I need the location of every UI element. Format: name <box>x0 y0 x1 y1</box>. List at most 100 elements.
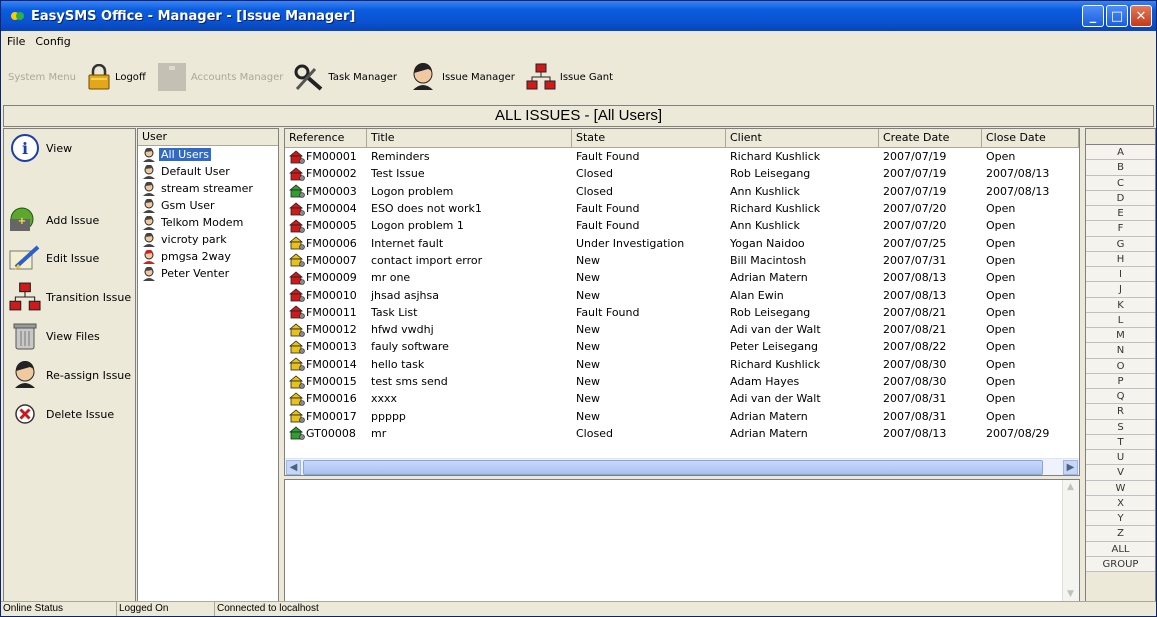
column-header-close-date[interactable]: Close Date <box>982 129 1079 147</box>
scroll-down-arrow[interactable]: ▼ <box>1063 587 1078 602</box>
user-list-header[interactable]: User <box>138 129 278 146</box>
table-row[interactable]: FM00012 hfwd vwdhj New Adi van der Walt 2007… <box>285 321 1079 338</box>
letter-filter-button[interactable]: N <box>1086 343 1155 359</box>
user-list-item[interactable]: stream streamer <box>138 180 278 197</box>
letter-filter-button[interactable]: Z <box>1086 526 1155 542</box>
maximize-button[interactable]: □ <box>1106 5 1128 27</box>
letter-filter-button[interactable]: B <box>1086 160 1155 176</box>
column-header-client[interactable]: Client <box>726 129 879 147</box>
table-row[interactable]: GT00008 mr Closed Adrian Matern 2007/08/13 20… <box>285 425 1079 442</box>
letter-filter-button[interactable]: H <box>1086 251 1155 267</box>
letter-filter-button[interactable]: S <box>1086 419 1155 435</box>
letter-filter-button[interactable]: I <box>1086 267 1155 283</box>
table-row[interactable]: FM00003 Logon problem Closed Ann Kushlick 20… <box>285 183 1079 200</box>
letter-filter-button[interactable]: F <box>1086 221 1155 237</box>
letter-filter-button[interactable]: Q <box>1086 389 1155 405</box>
table-row[interactable]: FM00002 Test Issue Closed Rob Leisegang 2007… <box>285 165 1079 182</box>
scroll-right-arrow[interactable]: ▶ <box>1063 460 1078 475</box>
letter-filter-button[interactable]: G <box>1086 236 1155 252</box>
letter-filter-button[interactable]: D <box>1086 190 1155 206</box>
cell-reference: FM00010 <box>285 288 367 302</box>
delete-issue-button[interactable]: Delete Issue <box>8 399 114 429</box>
table-row[interactable]: FM00011 Task List Fault Found Rob Leisegang… <box>285 304 1079 321</box>
cell-create-date: 2007/08/31 <box>883 392 947 406</box>
table-row[interactable]: FM00014 hello task New Richard Kushlick 2007… <box>285 356 1079 373</box>
issue-status-icon <box>289 271 305 285</box>
letter-filter-button[interactable]: V <box>1086 465 1155 481</box>
minimize-button[interactable]: _ <box>1082 5 1104 27</box>
table-row[interactable]: FM00017 ppppp New Adrian Matern 2007/08/31 Op… <box>285 407 1079 424</box>
scroll-left-arrow[interactable]: ◀ <box>286 460 301 475</box>
table-row[interactable]: FM00016 xxxx New Adi van der Walt 2007/08/31… <box>285 390 1079 407</box>
letter-filter-button[interactable]: X <box>1086 495 1155 511</box>
task-manager-button[interactable]: Task Manager <box>290 59 400 95</box>
table-row[interactable]: FM00010 jhsad asjhsa New Alan Ewin 2007/08/1… <box>285 286 1079 303</box>
letter-filter-button[interactable]: E <box>1086 206 1155 222</box>
cell-reference: FM00017 <box>285 409 367 423</box>
letter-filter-button[interactable]: A <box>1086 145 1155 161</box>
table-row[interactable]: FM00006 Internet fault Under Investigation… <box>285 234 1079 251</box>
column-header-reference[interactable]: Reference <box>285 129 367 147</box>
user-list-item[interactable]: vicroty park <box>138 231 278 248</box>
table-row[interactable]: FM00004 ESO does not work1 Fault Found Rich… <box>285 200 1079 217</box>
menu-config[interactable]: Config <box>35 35 70 48</box>
table-row[interactable]: FM00001 Reminders Fault Found Richard Kushl… <box>285 148 1079 165</box>
letter-filter-button[interactable]: GROUP <box>1086 556 1155 572</box>
user-list-item[interactable]: Default User <box>138 163 278 180</box>
issue-status-icon <box>289 426 305 441</box>
user-list-item[interactable]: All Users <box>138 146 278 163</box>
cell-reference: FM00016 <box>285 392 367 406</box>
close-button[interactable]: ✕ <box>1130 5 1152 27</box>
logoff-button[interactable]: Logoff <box>83 59 149 95</box>
issue-details-memo[interactable]: ▲ ▼ <box>284 479 1080 603</box>
letter-filter-button[interactable]: J <box>1086 282 1155 298</box>
table-row[interactable]: FM00013 fauly software New Peter Leisegang 2… <box>285 338 1079 355</box>
cell-client: Rob Leisegang <box>730 167 811 181</box>
letter-filter-button[interactable]: R <box>1086 404 1155 420</box>
scroll-up-arrow[interactable]: ▲ <box>1063 480 1078 495</box>
status-connection: Connected to localhost <box>217 603 319 614</box>
transition-issue-button[interactable]: Transition Issue <box>8 282 131 312</box>
view-button[interactable]: i View <box>8 133 72 163</box>
issue-manager-button[interactable]: Issue Manager <box>404 59 518 95</box>
letter-filter-button[interactable]: O <box>1086 358 1155 374</box>
letter-filter-button[interactable]: Y <box>1086 511 1155 527</box>
system-menu-button[interactable]: System Menu <box>5 70 79 85</box>
user-list-item[interactable]: Peter Venter <box>138 265 278 282</box>
letter-filter-button[interactable]: W <box>1086 480 1155 496</box>
cell-close-date: Open <box>986 340 1016 354</box>
scroll-thumb[interactable] <box>303 460 1043 475</box>
letter-filter-button[interactable]: L <box>1086 312 1155 328</box>
letter-filter-button[interactable]: U <box>1086 450 1155 466</box>
column-header-state[interactable]: State <box>572 129 726 147</box>
user-list-item[interactable]: Gsm User <box>138 197 278 214</box>
column-header-create-date[interactable]: Create Date <box>879 129 982 147</box>
issue-gant-button[interactable]: Issue Gant <box>522 59 616 95</box>
accounts-manager-button[interactable]: Accounts Manager <box>153 59 287 95</box>
user-icon <box>143 249 155 264</box>
user-list-item[interactable]: pmgsa 2way <box>138 248 278 265</box>
table-row[interactable]: FM00005 Logon problem 1 Fault Found Ann Kus… <box>285 217 1079 234</box>
user-list-item[interactable]: Telkom Modem <box>138 214 278 231</box>
cell-reference: FM00004 <box>285 202 367 216</box>
letter-filter-button[interactable]: M <box>1086 328 1155 344</box>
horizontal-scrollbar[interactable]: ◀ ▶ <box>285 458 1079 475</box>
letter-filter-button[interactable]: P <box>1086 373 1155 389</box>
letter-filter-button[interactable]: ALL <box>1086 541 1155 557</box>
table-row[interactable]: FM00007 contact import error New Bill Macin… <box>285 252 1079 269</box>
menu-file[interactable]: File <box>7 35 25 48</box>
table-row[interactable]: FM00009 mr one New Adrian Matern 2007/08/13 O… <box>285 269 1079 286</box>
letter-filter-button[interactable]: K <box>1086 297 1155 313</box>
letter-filter-button[interactable]: T <box>1086 434 1155 450</box>
view-files-button[interactable]: View Files <box>8 321 100 351</box>
reassign-issue-button[interactable]: Re-assign Issue <box>8 360 131 390</box>
table-row[interactable]: FM00015 test sms send New Adam Hayes 2007/08… <box>285 373 1079 390</box>
memo-vertical-scrollbar[interactable]: ▲ ▼ <box>1062 480 1079 602</box>
letter-filter-button[interactable]: C <box>1086 175 1155 191</box>
add-issue-button[interactable]: + Add Issue <box>8 205 99 235</box>
column-header-title[interactable]: Title <box>367 129 572 147</box>
accounts-manager-label: Accounts Manager <box>190 71 284 83</box>
edit-issue-button[interactable]: Edit Issue <box>8 243 99 273</box>
cell-state: New <box>576 375 600 388</box>
cell-title: ESO does not work1 <box>371 202 482 216</box>
